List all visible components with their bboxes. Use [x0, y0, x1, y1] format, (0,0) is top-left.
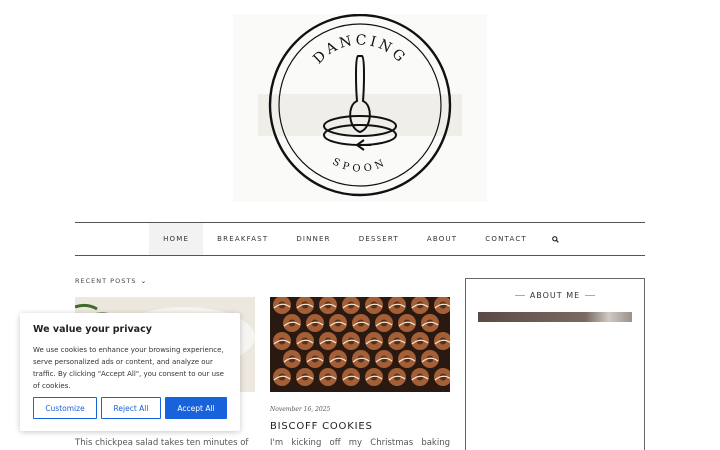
nav-item-label: ABOUT: [426, 235, 458, 243]
cookies-photo: [270, 297, 450, 392]
about-photo: [478, 312, 632, 322]
nav-item-dessert[interactable]: DESSERT: [345, 223, 413, 255]
nav-item-label: DESSERT: [358, 235, 399, 243]
main-nav: HOME BREAKFAST DINNER DESSERT ABOUT CONT…: [75, 222, 645, 256]
post-excerpt: I'm kicking off my Christmas baking seas…: [270, 438, 450, 448]
svg-text:DANCING: DANCING: [310, 32, 410, 67]
logo-top-text: DANCING: [310, 32, 407, 67]
accept-all-button[interactable]: Accept All: [165, 397, 227, 419]
cookie-actions: Customize Reject All Accept All: [33, 397, 227, 419]
nav-item-about[interactable]: ABOUT: [413, 223, 471, 255]
reject-all-button[interactable]: Reject All: [101, 397, 161, 419]
nav-search-button[interactable]: [541, 223, 571, 255]
dancing-spoon-logo: DANCING SPOON: [258, 14, 462, 197]
site-logo[interactable]: DANCING SPOON: [233, 14, 487, 202]
post-title[interactable]: BISCOFF COOKIES: [270, 421, 373, 432]
page: DANCING SPOON HOME BREAKFAST DINNER DESS…: [0, 0, 720, 450]
nav-item-home[interactable]: HOME: [149, 223, 204, 255]
nav-item-breakfast[interactable]: BREAKFAST: [203, 223, 282, 255]
nav-item-label: CONTACT: [485, 235, 527, 243]
cookie-consent-banner: We value your privacy We use cookies to …: [20, 313, 240, 431]
search-icon: [552, 235, 560, 243]
sidebar-about-widget: ABOUT ME: [465, 278, 645, 450]
nav-item-label: DINNER: [296, 235, 331, 243]
recent-posts-dropdown[interactable]: RECENT POSTS ⌄: [75, 277, 147, 285]
post-date: November 16, 2025: [270, 406, 331, 413]
cookie-title: We value your privacy: [33, 324, 152, 335]
cookie-body: We use cookies to enhance your browsing …: [33, 346, 224, 390]
nav-item-dinner[interactable]: DINNER: [282, 223, 344, 255]
chevron-down-icon: ⌄: [140, 277, 148, 285]
recent-posts-label: RECENT POSTS: [75, 277, 137, 285]
post-image-biscoff-cookies[interactable]: [270, 297, 450, 392]
about-heading: ABOUT ME: [466, 291, 644, 300]
nav-item-label: BREAKFAST: [217, 235, 269, 243]
post-excerpt: This chickpea salad takes ten minutes of: [75, 438, 249, 448]
nav-item-label: HOME: [163, 235, 190, 243]
nav-item-contact[interactable]: CONTACT: [471, 223, 541, 255]
svg-text:SPOON: SPOON: [331, 156, 390, 174]
divider: [514, 295, 525, 296]
about-title: ABOUT ME: [529, 291, 581, 300]
divider: [585, 295, 596, 296]
logo-bottom-text: SPOON: [331, 156, 386, 174]
customize-button[interactable]: Customize: [33, 397, 97, 419]
